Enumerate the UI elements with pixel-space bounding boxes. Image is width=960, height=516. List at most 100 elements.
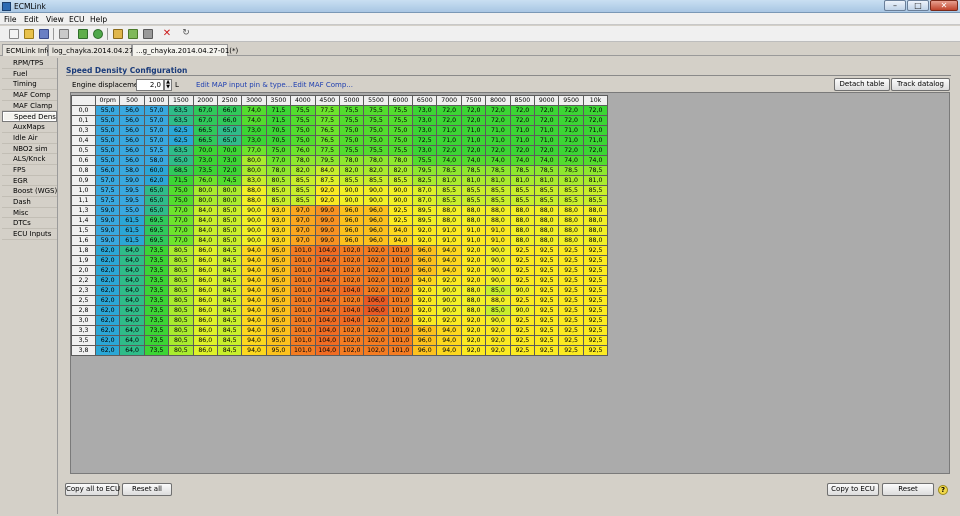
table-cell[interactable]: 92,5 — [509, 255, 536, 266]
table-cell[interactable]: 102,0 — [363, 325, 389, 336]
table-cell[interactable]: 102,0 — [363, 265, 389, 276]
table-cell[interactable]: 85,5 — [558, 185, 584, 196]
table-cell[interactable]: 74,0 — [460, 155, 487, 166]
table-cell[interactable]: 72,0 — [582, 145, 609, 156]
table-cell[interactable]: 90,0 — [387, 185, 414, 196]
table-cell[interactable]: 69,5 — [143, 235, 170, 246]
table-cell[interactable]: 78,0 — [338, 155, 365, 166]
table-cell[interactable]: 72,5 — [412, 135, 438, 146]
table-cell[interactable]: 90,0 — [485, 255, 511, 266]
table-cell[interactable]: 75,5 — [290, 105, 316, 116]
table-cell[interactable]: 104,0 — [314, 315, 340, 326]
table-cell[interactable]: 81,0 — [485, 175, 511, 186]
table-cell[interactable]: 88,0 — [558, 205, 584, 216]
table-cell[interactable]: 73,0 — [216, 155, 243, 166]
table-cell[interactable]: 59,0 — [94, 205, 121, 216]
table-cell[interactable]: 85,5 — [363, 175, 389, 186]
table-cell[interactable]: 80,5 — [168, 345, 194, 356]
table-cell[interactable]: 72,0 — [485, 145, 511, 156]
table-cell[interactable]: 75,0 — [168, 195, 194, 206]
table-cell[interactable]: 84,5 — [216, 245, 243, 256]
table-cell[interactable]: 88,0 — [485, 295, 511, 306]
table-cell[interactable]: 92,5 — [534, 305, 560, 316]
table-cell[interactable]: 75,0 — [387, 135, 414, 146]
table-cell[interactable]: 92,0 — [412, 315, 438, 326]
table-cell[interactable]: 90,0 — [436, 285, 462, 296]
table-cell[interactable]: 76,5 — [314, 135, 340, 146]
table-cell[interactable]: 75,5 — [363, 145, 389, 156]
sidebar-item-fuel[interactable]: Fuel — [2, 69, 57, 80]
open-folder-icon[interactable] — [24, 29, 34, 39]
table-cell[interactable]: 71,5 — [265, 105, 292, 116]
table-cell[interactable]: 85,5 — [582, 185, 609, 196]
edit-maf-comp-link[interactable]: Edit MAF Comp... — [293, 81, 353, 89]
table-cell[interactable]: 99,0 — [314, 235, 340, 246]
table-cell[interactable]: 71,0 — [436, 125, 462, 136]
table-cell[interactable]: 80,5 — [168, 315, 194, 326]
table-cell[interactable]: 92,0 — [460, 275, 487, 286]
table-cell[interactable]: 73,5 — [143, 255, 170, 266]
table-cell[interactable]: 92,5 — [509, 335, 536, 346]
table-cell[interactable]: 101,0 — [290, 275, 316, 286]
table-cell[interactable]: 64,0 — [119, 285, 145, 296]
table-cell[interactable]: 75,5 — [290, 115, 316, 126]
table-cell[interactable]: 77,0 — [168, 215, 194, 226]
table-cell[interactable]: 88,0 — [582, 205, 609, 216]
table-cell[interactable]: 90,0 — [241, 205, 267, 216]
table-cell[interactable]: 92,5 — [558, 335, 584, 346]
table-cell[interactable]: 56,0 — [94, 165, 121, 176]
table-cell[interactable]: 85,0 — [265, 195, 292, 206]
table-cell[interactable]: 84,5 — [216, 335, 243, 346]
table-cell[interactable]: 104,0 — [314, 275, 340, 286]
table-cell[interactable]: 81,0 — [509, 175, 536, 186]
table-cell[interactable]: 86,0 — [192, 285, 218, 296]
table-cell[interactable]: 80,0 — [241, 165, 267, 176]
table-cell[interactable]: 102,0 — [338, 275, 365, 286]
table-cell[interactable]: 97,0 — [290, 235, 316, 246]
table-cell[interactable]: 96,0 — [338, 215, 365, 226]
table-cell[interactable]: 92,0 — [412, 235, 438, 246]
table-cell[interactable]: 71,0 — [558, 125, 584, 136]
table-cell[interactable]: 72,0 — [509, 105, 536, 116]
table-cell[interactable]: 74,0 — [582, 155, 609, 166]
table-cell[interactable]: 85,0 — [216, 215, 243, 226]
table-cell[interactable]: 91,0 — [436, 235, 462, 246]
table-cell[interactable]: 90,0 — [241, 215, 267, 226]
table-cell[interactable]: 101,0 — [290, 265, 316, 276]
table-cell[interactable]: 95,0 — [265, 265, 292, 276]
table-cell[interactable]: 92,5 — [387, 215, 414, 226]
table-cell[interactable]: 86,0 — [192, 265, 218, 276]
table-cell[interactable]: 94,0 — [241, 345, 267, 356]
table-cell[interactable]: 94,0 — [241, 245, 267, 256]
table-cell[interactable]: 95,0 — [265, 325, 292, 336]
table-cell[interactable]: 84,5 — [216, 315, 243, 326]
table-cell[interactable]: 88,0 — [558, 235, 584, 246]
table-cell[interactable]: 94,0 — [241, 285, 267, 296]
table-cell[interactable]: 92,0 — [314, 185, 340, 196]
table-cell[interactable]: 64,0 — [119, 255, 145, 266]
table-cell[interactable]: 82,0 — [338, 165, 365, 176]
table-cell[interactable]: 90,0 — [485, 275, 511, 286]
table-cell[interactable]: 102,0 — [338, 265, 365, 276]
table-cell[interactable]: 104,0 — [314, 285, 340, 296]
table-cell[interactable]: 92,0 — [436, 275, 462, 286]
table-cell[interactable]: 71,0 — [485, 135, 511, 146]
table-cell[interactable]: 81,0 — [558, 175, 584, 186]
table-cell[interactable]: 101,0 — [290, 295, 316, 306]
table-cell[interactable]: 92,5 — [582, 285, 609, 296]
table-cell[interactable]: 92,5 — [582, 255, 609, 266]
table-cell[interactable]: 78,0 — [387, 155, 414, 166]
table-cell[interactable]: 86,0 — [192, 295, 218, 306]
table-cell[interactable]: 88,0 — [582, 215, 609, 226]
table-cell[interactable]: 80,5 — [168, 265, 194, 276]
table-cell[interactable]: 59,5 — [119, 185, 145, 196]
table-cell[interactable]: 78,5 — [485, 165, 511, 176]
table-cell[interactable]: 94,0 — [436, 265, 462, 276]
table-cell[interactable]: 85,5 — [509, 185, 536, 196]
table-cell[interactable]: 96,0 — [363, 215, 389, 226]
table-cell[interactable]: 78,0 — [265, 165, 292, 176]
table-cell[interactable]: 94,0 — [436, 255, 462, 266]
table-cell[interactable]: 75,0 — [290, 125, 316, 136]
sidebar-item-nbo2-sim[interactable]: NBO2 sim — [2, 144, 57, 155]
table-cell[interactable]: 61,5 — [119, 225, 145, 236]
